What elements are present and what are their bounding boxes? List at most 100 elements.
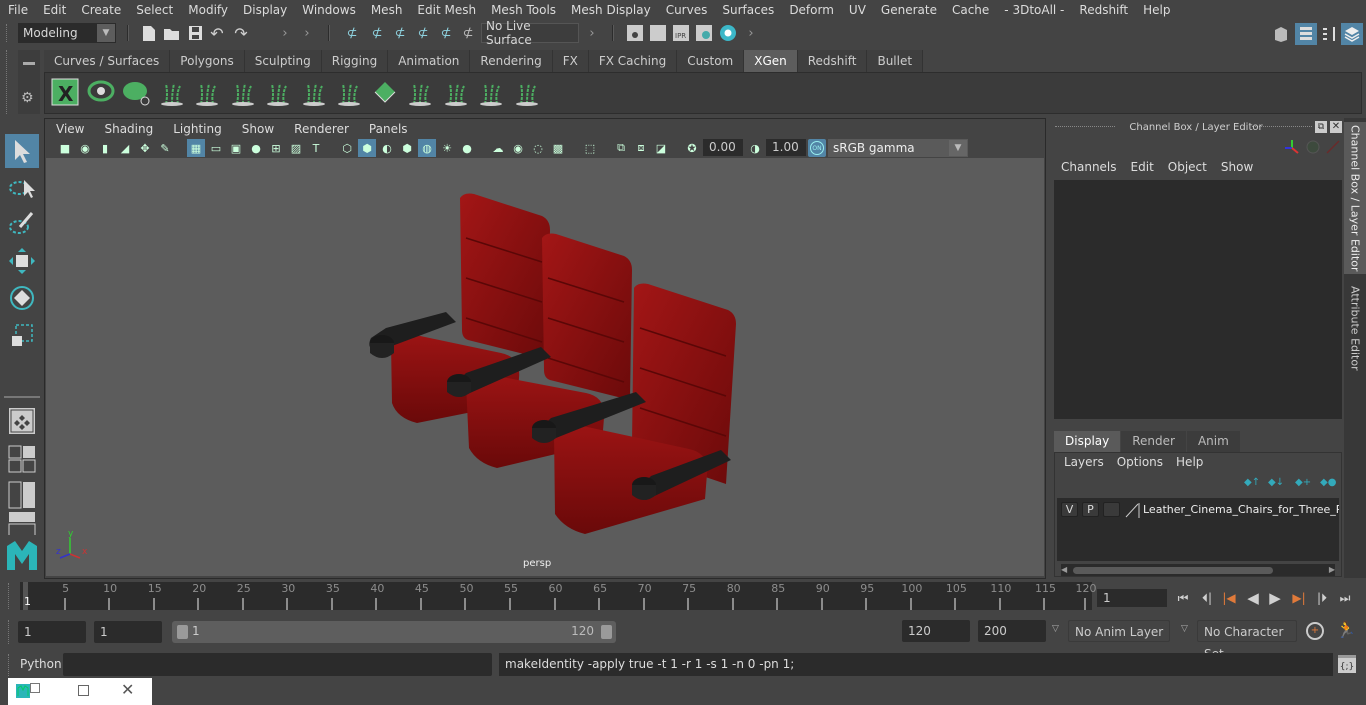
- wireframe-icon[interactable]: ⬡: [338, 139, 356, 157]
- shelf-tab-fx-caching[interactable]: FX Caching: [588, 50, 678, 72]
- snap-off-icon[interactable]: ⊄: [458, 24, 478, 42]
- xgen-lock-guides-icon[interactable]: [300, 78, 330, 108]
- graph-persp-layout-icon[interactable]: [5, 511, 39, 535]
- menu-edit-mesh[interactable]: Edit Mesh: [409, 0, 483, 20]
- shelf-tab-xgen[interactable]: XGen: [744, 50, 798, 72]
- mode-selector[interactable]: Modeling ▼: [18, 23, 116, 43]
- step-forward-key-icon[interactable]: ▶|: [1289, 588, 1309, 608]
- shelf-settings-gear-icon[interactable]: ⚙: [21, 90, 34, 106]
- hypershade-icon[interactable]: [718, 24, 738, 42]
- play-backwards-icon[interactable]: ◀: [1243, 588, 1263, 608]
- attribute-editor-toggle-icon[interactable]: [1295, 23, 1317, 45]
- new-layer-icon[interactable]: ◆+: [1295, 477, 1311, 489]
- snap-point-icon[interactable]: ⊄: [390, 24, 410, 42]
- new-layer-selected-icon[interactable]: ◆●: [1320, 477, 1336, 489]
- playback-end-field[interactable]: 120: [902, 620, 970, 642]
- command-drag-handle[interactable]: [8, 654, 12, 676]
- layer-playback-toggle[interactable]: P: [1082, 502, 1099, 517]
- menu-help[interactable]: Help: [1135, 0, 1177, 20]
- paint-select-tool-icon[interactable]: [5, 206, 39, 240]
- shelf-tab-bullet[interactable]: Bullet: [867, 50, 924, 72]
- render-settings-icon[interactable]: [695, 24, 713, 42]
- tool-settings-icon[interactable]: [1320, 24, 1338, 44]
- lasso-tool-icon[interactable]: [5, 171, 39, 205]
- xgen-preview-icon[interactable]: [87, 78, 117, 108]
- render-current-frame-icon[interactable]: [649, 24, 667, 42]
- shelf-tab-redshift[interactable]: Redshift: [797, 50, 868, 72]
- xgen-add-guides-icon[interactable]: [158, 78, 188, 108]
- motion-blur-icon[interactable]: ◉: [509, 139, 527, 157]
- xray-joints-icon[interactable]: ⧉: [612, 139, 630, 157]
- range-drag-handle[interactable]: [8, 620, 12, 644]
- depth-of-field-icon[interactable]: ▩: [549, 139, 567, 157]
- scene-end-field[interactable]: 200: [978, 620, 1046, 642]
- menu-surfaces[interactable]: Surfaces: [714, 0, 781, 20]
- layer-list-hscrollbar[interactable]: ◀ ▶: [1061, 564, 1335, 576]
- xgen-clear-preview-icon[interactable]: [122, 78, 152, 108]
- screen-space-ao-icon[interactable]: ☁: [489, 139, 507, 157]
- collapse-arrow-icon[interactable]: ›: [302, 24, 312, 42]
- scale-tool-icon[interactable]: [5, 318, 39, 352]
- menu-cache[interactable]: Cache: [944, 0, 996, 20]
- collapse-arrow-icon[interactable]: ›: [280, 24, 290, 42]
- character-set-dropdown[interactable]: No Character Set: [1197, 620, 1297, 661]
- step-back-frame-icon[interactable]: ⏴|: [1197, 588, 1217, 608]
- menu-deform[interactable]: Deform: [781, 0, 841, 20]
- modeling-toolkit-icon[interactable]: [1272, 24, 1290, 44]
- single-perspective-layout-icon[interactable]: [5, 404, 39, 438]
- float-panel-icon[interactable]: ⧉: [1315, 121, 1327, 133]
- layer-tab-display[interactable]: Display: [1054, 431, 1121, 452]
- xgen-place-guides-icon[interactable]: [193, 78, 223, 108]
- scene-start-field[interactable]: 1: [18, 621, 86, 643]
- xgen-surface-icon[interactable]: [371, 78, 401, 108]
- bookmark-icon[interactable]: ▮: [96, 139, 114, 157]
- move-layer-up-icon[interactable]: ◆↑: [1244, 477, 1260, 489]
- script-editor-icon[interactable]: {;}: [1338, 655, 1356, 673]
- new-scene-icon[interactable]: [140, 24, 158, 42]
- command-input[interactable]: [63, 653, 492, 676]
- gamma-field[interactable]: 1.00: [766, 139, 806, 156]
- hud-icon[interactable]: ◪: [652, 139, 670, 157]
- default-material-icon[interactable]: ◐: [378, 139, 396, 157]
- layer-menu-options[interactable]: Options: [1111, 455, 1170, 469]
- isolate-select-icon[interactable]: ⬚: [581, 139, 599, 157]
- color-management-toggle[interactable]: ON: [808, 139, 826, 157]
- xgen-guide-bounds-icon[interactable]: [477, 78, 507, 108]
- menu-edit[interactable]: Edit: [35, 0, 73, 20]
- scrollbar-thumb[interactable]: [1073, 567, 1273, 574]
- collapse-arrow-icon[interactable]: ›: [746, 24, 756, 42]
- exposure-field[interactable]: 0.00: [703, 139, 743, 156]
- snap-view-plane-icon[interactable]: ⊄: [413, 24, 433, 42]
- menu-create[interactable]: Create: [73, 0, 128, 20]
- xgen-show-guides-icon[interactable]: [264, 78, 294, 108]
- scroll-right-icon[interactable]: ▶: [1329, 565, 1335, 574]
- step-back-key-icon[interactable]: |◀: [1219, 588, 1239, 608]
- shelf-drag-handle[interactable]: [6, 50, 10, 114]
- side-tab-attribute-editor[interactable]: Attribute Editor: [1344, 278, 1366, 378]
- xray-active-icon[interactable]: ⧈: [632, 139, 650, 157]
- menu-select[interactable]: Select: [128, 0, 180, 20]
- xray-icon[interactable]: ◍: [418, 139, 436, 157]
- snap-curve-icon[interactable]: ⊄: [367, 24, 387, 42]
- channel-menu-edit[interactable]: Edit: [1124, 160, 1161, 174]
- render-view-icon[interactable]: [626, 24, 644, 42]
- menu-redshift[interactable]: Redshift: [1071, 0, 1135, 20]
- drag-handle[interactable]: [6, 24, 10, 42]
- gate-mask-icon[interactable]: ●: [247, 139, 265, 157]
- viewport-menu-shading[interactable]: Shading: [94, 120, 163, 138]
- menu-3dtoall[interactable]: - 3DtoAll -: [996, 0, 1071, 20]
- layer-visibility-toggle[interactable]: V: [1061, 502, 1078, 517]
- close-window-icon[interactable]: ✕: [121, 680, 134, 699]
- rotate-tool-icon[interactable]: [5, 281, 39, 315]
- channel-menu-channels[interactable]: Channels: [1054, 160, 1124, 174]
- step-forward-frame-icon[interactable]: |⏵: [1312, 588, 1332, 608]
- viewport-menu-view[interactable]: View: [46, 120, 94, 138]
- command-language-label[interactable]: Python: [20, 657, 62, 671]
- playback-start-field[interactable]: 1: [94, 621, 162, 643]
- grid-icon[interactable]: ▦: [187, 139, 205, 157]
- time-slider[interactable]: 1 5 10 15 20 25 30 35 40 45 50 55 60 65 70 75 80 85 90 95 1…: [20, 582, 1097, 610]
- menu-display[interactable]: Display: [235, 0, 294, 20]
- grease-pencil-icon[interactable]: ✎: [156, 139, 174, 157]
- live-surface-field[interactable]: No Live Surface: [481, 19, 579, 47]
- move-tool-icon[interactable]: [5, 244, 39, 278]
